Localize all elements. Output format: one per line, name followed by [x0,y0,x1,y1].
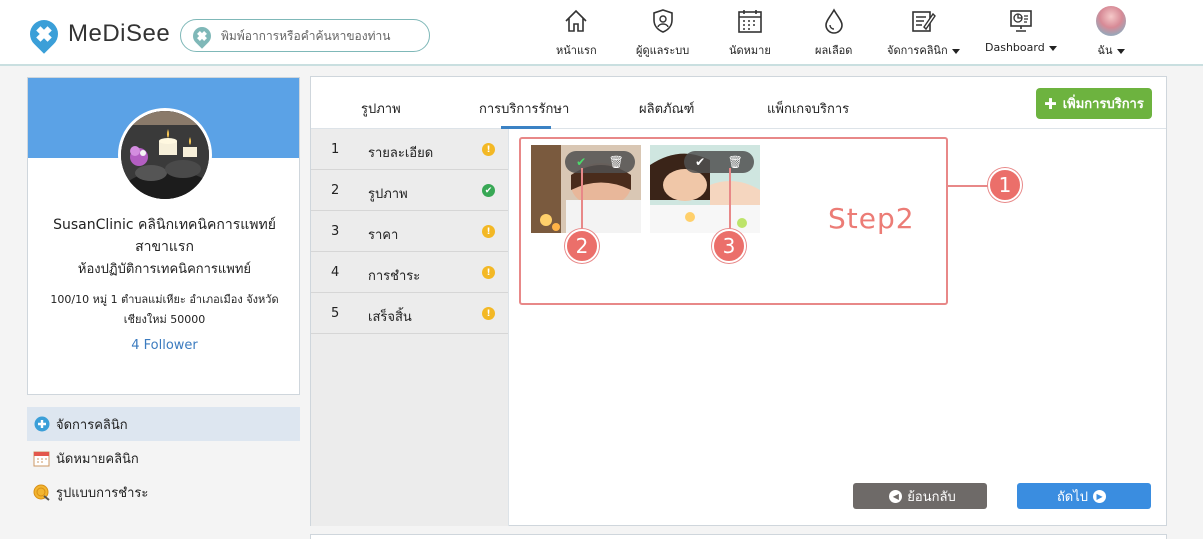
search-box[interactable] [180,19,430,52]
warning-icon: ! [482,143,495,156]
back-label: ย้อนกลับ [907,489,956,505]
next-label: ถัดไป [1056,489,1089,505]
warning-icon: ! [482,225,495,238]
next-panel-edge [310,534,1167,539]
add-service-button[interactable]: ✚ เพิ่มการบริการ [1036,88,1152,119]
annotation-connector [581,168,583,230]
nav-me-label-wrap: ฉัน [1097,41,1125,59]
side-item-label: นัดหมายคลินิก [56,451,139,467]
wizard-step[interactable]: 5 เสร็จสิ้น ! [311,293,508,334]
step-label: รูปภาพ [368,187,408,202]
step-number: 2 [331,183,340,198]
clinic-plus-icon [33,416,50,433]
nav-blood-result-label: ผลเลือด [815,44,853,57]
wizard-step[interactable]: 4 การชำระ ! [311,252,508,293]
follower-count-link[interactable]: 4 Follower [28,338,301,353]
calendar-icon [737,8,763,34]
brand-name: MeDiSee [68,20,171,47]
chevron-right-icon: ▶ [1093,489,1107,503]
clinic-profile-photo [118,108,212,202]
chevron-left-icon: ◀ [889,489,903,503]
step-number: 1 [331,142,340,157]
edit-note-icon [910,8,937,34]
medisee-logo[interactable]: MeDiSee [24,14,171,54]
search-input[interactable] [221,28,416,43]
back-button[interactable]: ◀ ย้อนกลับ [853,483,987,509]
side-item-manage-clinic[interactable]: จัดการคลินิก [27,407,300,441]
step-label: เสร็จสิ้น [368,310,412,325]
wizard-step[interactable]: 1 รายละเอียด ! [311,129,508,170]
tab-packages[interactable]: แพ็กเกจบริการ [767,98,849,119]
nav-manage-clinic[interactable]: จัดการคลินิก [887,8,960,59]
clinic-profile-card: SusanClinic คลินิกเทคนิคการแพทย์ สาขาแรก… [27,77,300,395]
home-icon [563,8,589,34]
nav-manage-clinic-label-wrap: จัดการคลินิก [887,41,960,59]
tab-products[interactable]: ผลิตภัณฑ์ [639,98,694,119]
annotation-marker-1: 1 [988,168,1022,202]
wizard-step[interactable]: 2 รูปภาพ ✔ [311,170,508,211]
add-service-label: เพิ่มการบริการ [1062,97,1144,112]
nav-appointment-label: นัดหมาย [729,44,771,57]
calendar-icon [33,450,50,467]
chevron-down-icon [951,48,960,54]
tab-images[interactable]: รูปภาพ [361,98,401,119]
clinic-address-line1: 100/10 หมู่ 1 ตำบลแม่เหียะ อำเภอเมือง จั… [50,293,279,306]
step-number: 3 [331,224,340,239]
step-number: 4 [331,265,340,280]
service-tabs: รูปภาพ การบริการรักษา ผลิตภัณฑ์ แพ็กเกจบ… [311,77,1166,129]
annotation-connector [948,185,988,187]
side-menu: จัดการคลินิก นัดหมายคลินิก รูปแบบการชำระ [27,407,300,509]
annotation-step-title: Step2 [828,202,915,235]
step-label: ราคา [368,228,399,243]
nav-dashboard-label: Dashboard [985,41,1045,54]
clinic-type: ห้องปฏิบัติการเทคนิคการแพทย์ [77,262,252,277]
tab-services[interactable]: การบริการรักษา [479,98,569,119]
nav-admin-label: ผู้ดูแลระบบ [636,44,690,57]
nav-appointment[interactable]: นัดหมาย [729,8,771,59]
warning-icon: ! [482,307,495,320]
nav-blood-result[interactable]: ผลเลือด [815,8,852,59]
top-header: MeDiSee หน้าแรก ผู้ดูแลระบบ นัดหมาย ผลเล… [0,0,1203,66]
annotation-connector [729,168,731,230]
chevron-down-icon [1048,45,1057,51]
plus-icon: ✚ [1044,94,1057,113]
step-label: การชำระ [368,269,421,284]
side-item-clinic-appointment[interactable]: นัดหมายคลินิก [27,441,300,475]
nav-me-label: ฉัน [1097,44,1113,57]
nav-home-label: หน้าแรก [556,44,597,57]
avatar-image [1096,6,1126,36]
dashboard-chart-icon [1008,8,1034,34]
clinic-name: SusanClinic คลินิกเทคนิคการแพทย์ [53,217,276,233]
nav-me[interactable]: ฉัน [1095,5,1127,59]
next-button[interactable]: ถัดไป ▶ [1017,483,1151,509]
check-circle-icon: ✔ [482,184,495,197]
nav-home[interactable]: หน้าแรก [556,8,597,59]
nav-manage-clinic-label: จัดการคลินิก [887,44,948,57]
side-item-label: จัดการคลินิก [56,417,128,433]
chevron-down-icon [1116,48,1125,54]
payment-coin-icon [33,484,50,501]
nav-admin[interactable]: ผู้ดูแลระบบ [636,8,689,59]
warning-icon: ! [482,266,495,279]
medisee-logo-icon [24,14,64,54]
step-label: รายละเอียด [368,146,434,161]
annotation-marker-2: 2 [565,229,599,263]
blood-drop-icon [821,8,847,34]
step-number: 5 [331,306,340,321]
wizard-steps: 1 รายละเอียด ! 2 รูปภาพ ✔ 3 ราคา ! 4 การ… [311,129,509,526]
side-item-payment-method[interactable]: รูปแบบการชำระ [27,475,300,509]
side-item-label: รูปแบบการชำระ [56,485,149,501]
location-pin-icon [189,22,215,49]
nav-dashboard[interactable]: Dashboard [985,8,1057,54]
user-avatar [1095,5,1127,37]
admin-shield-icon [650,8,676,34]
annotation-marker-3: 3 [712,229,746,263]
wizard-step[interactable]: 3 ราคา ! [311,211,508,252]
clinic-address-line2: เชียงใหม่ 50000 [123,313,206,326]
nav-dashboard-label-wrap: Dashboard [985,41,1057,54]
clinic-branch: สาขาแรก [135,239,194,255]
